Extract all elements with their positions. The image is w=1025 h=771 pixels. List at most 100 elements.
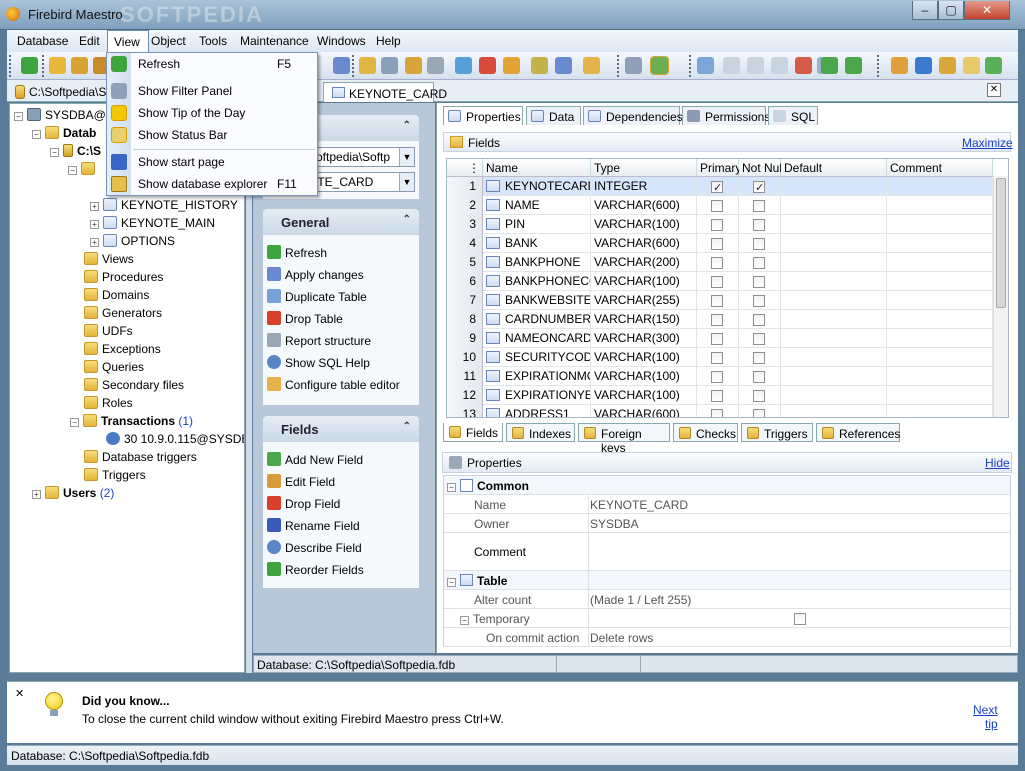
prop-owner[interactable]: Owner SYSDBA: [444, 514, 1010, 533]
cell-comment[interactable]: [887, 310, 993, 329]
table-row[interactable]: 2 NAME VARCHAR(600): [447, 196, 993, 215]
cell-default[interactable]: [781, 234, 887, 253]
tab-fields[interactable]: Fields: [443, 423, 503, 442]
tree-transactions[interactable]: − Transactions (1): [70, 413, 193, 429]
cell-type[interactable]: VARCHAR(100): [591, 348, 697, 367]
group-table[interactable]: − Table: [444, 571, 1010, 590]
cell-not-null[interactable]: [739, 215, 781, 234]
cell-primary[interactable]: [697, 196, 739, 215]
tab-checks[interactable]: Checks: [673, 423, 738, 442]
next-tip-link[interactable]: Next: [973, 703, 998, 717]
table-row[interactable]: 10 SECURITYCODE VARCHAR(100): [447, 348, 993, 367]
export-icon[interactable]: [405, 57, 422, 74]
back-icon[interactable]: [821, 57, 838, 74]
cell-not-null[interactable]: [739, 329, 781, 348]
window-tile-v-icon[interactable]: [771, 57, 788, 74]
tree-table-item[interactable]: + KEYNOTE_MAIN: [90, 215, 215, 231]
cell-default[interactable]: [781, 272, 887, 291]
cell-default[interactable]: [781, 215, 887, 234]
cell-not-null[interactable]: [739, 367, 781, 386]
tree-folder-secondary-files[interactable]: Secondary files: [84, 377, 184, 393]
prop-alter-count[interactable]: Alter count (Made 1 / Left 255): [444, 590, 1010, 609]
not-null-checkbox[interactable]: [753, 409, 765, 417]
edit-object-icon[interactable]: [71, 57, 88, 74]
action-configure-editor[interactable]: Configure table editor: [267, 377, 400, 392]
cell-comment[interactable]: [887, 329, 993, 348]
not-null-checkbox[interactable]: [753, 314, 765, 326]
cell-default[interactable]: [781, 253, 887, 272]
tree-tables-folder[interactable]: −: [68, 161, 99, 177]
web-icon[interactable]: [915, 57, 932, 74]
table-row[interactable]: 1 KEYNOTECARDIDINTEGER: [447, 177, 993, 196]
diagram-icon[interactable]: [555, 57, 572, 74]
window-new-icon[interactable]: [697, 57, 714, 74]
cell-name[interactable]: BANK: [483, 234, 591, 253]
tree-table-item[interactable]: + OPTIONS: [90, 233, 175, 249]
temporary-checkbox[interactable]: [794, 613, 806, 625]
image-icon[interactable]: [455, 57, 472, 74]
tree-folder-queries[interactable]: Queries: [84, 359, 144, 375]
cell-primary[interactable]: [697, 272, 739, 291]
cell-name[interactable]: NAMEONCARD: [483, 329, 591, 348]
cell-comment[interactable]: [887, 367, 993, 386]
cell-not-null[interactable]: [739, 291, 781, 310]
window-cascade-icon[interactable]: [723, 57, 740, 74]
tree-folder-exceptions[interactable]: Exceptions: [84, 341, 161, 357]
action-apply-changes[interactable]: Apply changes: [267, 267, 364, 282]
cell-not-null[interactable]: [739, 386, 781, 405]
cell-type[interactable]: VARCHAR(100): [591, 367, 697, 386]
column-header-name[interactable]: Name: [483, 159, 591, 177]
window-close-icon[interactable]: [795, 57, 812, 74]
cell-name[interactable]: ADDRESS1: [483, 405, 591, 417]
tab-references[interactable]: References: [816, 423, 900, 442]
cell-type[interactable]: VARCHAR(200): [591, 253, 697, 272]
cell-primary[interactable]: [697, 329, 739, 348]
primary-checkbox[interactable]: [711, 200, 723, 212]
action-refresh[interactable]: Refresh: [267, 245, 327, 260]
maximize-button[interactable]: ▢: [938, 1, 964, 20]
not-null-checkbox[interactable]: [753, 352, 765, 364]
tree-folder-roles[interactable]: Roles: [84, 395, 133, 411]
table-row[interactable]: 12 EXPIRATIONYEARVARCHAR(100): [447, 386, 993, 405]
tab-properties[interactable]: Properties: [443, 106, 523, 125]
menu-item-show-tip-of-the-day[interactable]: Show Tip of the Day: [107, 102, 317, 124]
not-null-checkbox[interactable]: [753, 238, 765, 250]
primary-checkbox[interactable]: [711, 276, 723, 288]
table-row[interactable]: 9 NAMEONCARD VARCHAR(300): [447, 329, 993, 348]
cell-type[interactable]: VARCHAR(255): [591, 291, 697, 310]
prop-comment[interactable]: Comment: [444, 533, 1010, 571]
table-row[interactable]: 8 CARDNUMBER VARCHAR(150): [447, 310, 993, 329]
sql-icon[interactable]: [381, 57, 398, 74]
tree-folder-udfs[interactable]: UDFs: [84, 323, 133, 339]
not-null-checkbox[interactable]: [753, 276, 765, 288]
cell-not-null[interactable]: [739, 348, 781, 367]
table-row[interactable]: 11 EXPIRATIONMONTHVARCHAR(100): [447, 367, 993, 386]
menu-edit[interactable]: Edit: [79, 34, 100, 48]
table-row[interactable]: 7 BANKWEBSITE VARCHAR(255): [447, 291, 993, 310]
action-report-structure[interactable]: Report structure: [267, 333, 371, 348]
cell-comment[interactable]: [887, 253, 993, 272]
cell-primary[interactable]: [697, 348, 739, 367]
cell-default[interactable]: [781, 310, 887, 329]
general-group-header[interactable]: General ⌃: [263, 209, 419, 235]
db-tab[interactable]: C:\Softpedia\Sof: [9, 82, 116, 102]
menu-tools[interactable]: Tools: [199, 34, 227, 48]
primary-checkbox[interactable]: [711, 238, 723, 250]
tab-dependencies[interactable]: Dependencies: [583, 106, 683, 125]
tree-icon[interactable]: [650, 56, 669, 75]
cell-type[interactable]: INTEGER: [591, 177, 697, 196]
forward-icon[interactable]: [845, 57, 862, 74]
new-object-icon[interactable]: [49, 57, 66, 74]
package-icon[interactable]: [503, 57, 520, 74]
cell-primary[interactable]: [697, 177, 739, 196]
cell-primary[interactable]: [697, 253, 739, 272]
cell-default[interactable]: [781, 291, 887, 310]
cell-name[interactable]: SECURITYCODE: [483, 348, 591, 367]
action-show-sql-help[interactable]: Show SQL Help: [267, 355, 370, 370]
next-tip-link-2[interactable]: tip: [985, 717, 998, 731]
scroll-thumb[interactable]: [996, 178, 1006, 308]
database-select[interactable]: Softpedia\Softp ▼: [303, 147, 415, 167]
report-icon[interactable]: [333, 57, 350, 74]
prop-temporary[interactable]: − Temporary: [444, 609, 1010, 628]
cell-primary[interactable]: [697, 215, 739, 234]
